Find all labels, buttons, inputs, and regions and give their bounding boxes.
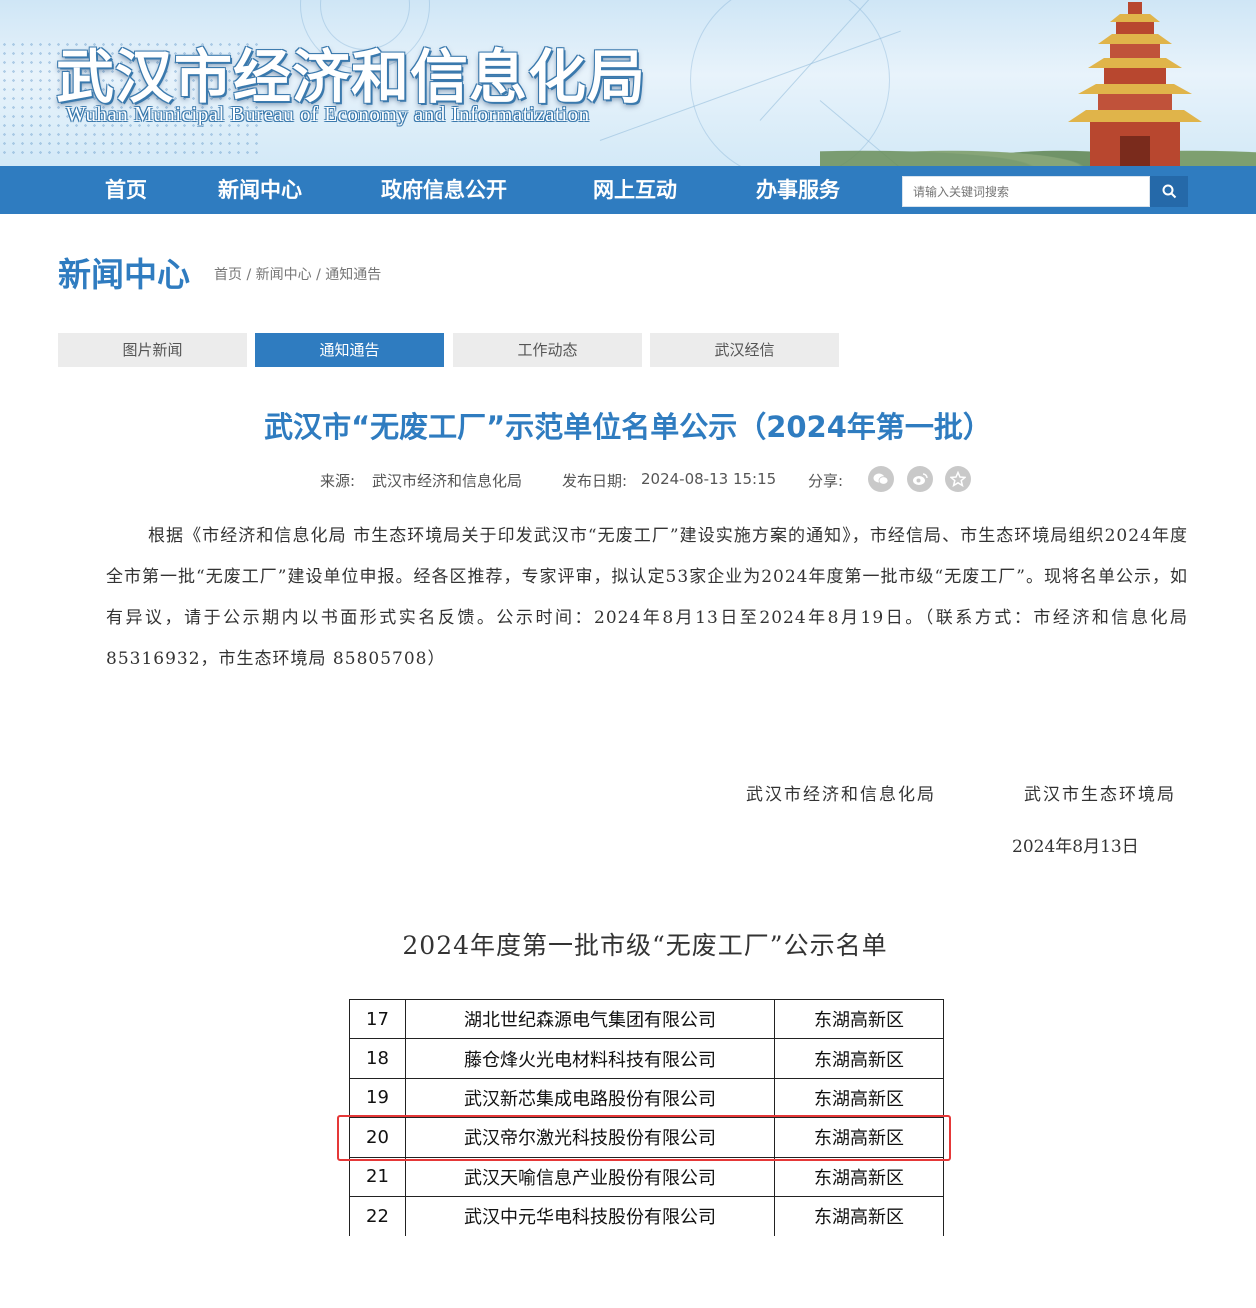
breadcrumb-separator: / bbox=[316, 267, 326, 283]
tab-photo-news[interactable]: 图片新闻 bbox=[58, 333, 247, 367]
company-name: 藤仓烽火光电材料科技有限公司 bbox=[405, 1038, 775, 1079]
table-row: 21 武汉天喻信息产业股份有限公司 东湖高新区 bbox=[349, 1156, 944, 1197]
favorite-icon bbox=[950, 471, 966, 487]
weibo-icon bbox=[913, 473, 928, 485]
search-icon bbox=[1162, 184, 1176, 199]
table-row: 22 武汉中元华电科技股份有限公司 东湖高新区 bbox=[349, 1195, 944, 1236]
company-name: 武汉中元华电科技股份有限公司 bbox=[405, 1195, 775, 1236]
table-row: 18 藤仓烽火光电材料科技有限公司 东湖高新区 bbox=[349, 1038, 944, 1079]
yellow-crane-tower-icon bbox=[1068, 2, 1202, 166]
nav-item-gov-info[interactable]: 政府信息公开 bbox=[381, 166, 507, 214]
table-row: 20 武汉帝尔激光科技股份有限公司 东湖高新区 bbox=[349, 1117, 944, 1158]
signer-eco-env-bureau: 武汉市生态环境局 bbox=[1024, 785, 1176, 805]
row-number: 21 bbox=[349, 1156, 406, 1197]
article-source-label: 来源: bbox=[320, 472, 356, 490]
factory-list-table: 17 湖北世纪森源电气集团有限公司 东湖高新区 18 藤仓烽火光电材料科技有限公… bbox=[349, 998, 944, 1236]
company-name: 湖北世纪森源电气集团有限公司 bbox=[405, 998, 775, 1040]
search-box bbox=[902, 176, 1150, 207]
breadcrumb: 首页 / 新闻中心 / 通知通告 bbox=[214, 264, 381, 284]
tab-work-updates[interactable]: 工作动态 bbox=[453, 333, 642, 367]
row-number: 19 bbox=[349, 1077, 406, 1119]
company-name: 武汉天喻信息产业股份有限公司 bbox=[405, 1156, 775, 1197]
table-row: 19 武汉新芯集成电路股份有限公司 东湖高新区 bbox=[349, 1077, 944, 1119]
article-date: 2024-08-13 15:15 bbox=[641, 470, 777, 488]
district: 东湖高新区 bbox=[774, 1117, 944, 1158]
nav-item-news[interactable]: 新闻中心 bbox=[218, 166, 302, 214]
breadcrumb-notices[interactable]: 通知通告 bbox=[325, 267, 381, 283]
district: 东湖高新区 bbox=[774, 1195, 944, 1236]
tab-notices[interactable]: 通知通告 bbox=[255, 333, 444, 367]
nav-item-interaction[interactable]: 网上互动 bbox=[593, 166, 677, 214]
favorite-share-button[interactable] bbox=[945, 466, 971, 492]
list-title: 2024年度第一批市级“无废工厂”公示名单 bbox=[402, 931, 888, 960]
tab-wuhan-jingxin[interactable]: 武汉经信 bbox=[650, 333, 839, 367]
district: 东湖高新区 bbox=[774, 1077, 944, 1119]
row-number: 17 bbox=[349, 998, 406, 1040]
wechat-share-button[interactable] bbox=[868, 466, 894, 492]
company-name: 武汉帝尔激光科技股份有限公司 bbox=[405, 1117, 775, 1158]
row-number: 22 bbox=[349, 1195, 406, 1236]
sign-date: 2024年8月13日 bbox=[1012, 837, 1139, 857]
row-number: 18 bbox=[349, 1038, 406, 1079]
weibo-share-button[interactable] bbox=[907, 466, 933, 492]
table-row: 17 湖北世纪森源电气集团有限公司 东湖高新区 bbox=[349, 998, 944, 1040]
search-input[interactable] bbox=[903, 177, 1149, 206]
district: 东湖高新区 bbox=[774, 1038, 944, 1079]
article-date-label: 发布日期: bbox=[562, 472, 628, 490]
site-subtitle: Wuhan Municipal Bureau of Economy and In… bbox=[66, 102, 590, 126]
article-source: 武汉市经济和信息化局 bbox=[372, 472, 523, 490]
breadcrumb-news[interactable]: 新闻中心 bbox=[256, 267, 312, 283]
row-number: 20 bbox=[349, 1117, 406, 1158]
nav-item-home[interactable]: 首页 bbox=[105, 166, 147, 214]
breadcrumb-separator: / bbox=[246, 267, 256, 283]
district: 东湖高新区 bbox=[774, 1156, 944, 1197]
breadcrumb-home[interactable]: 首页 bbox=[214, 267, 242, 283]
section-title: 新闻中心 bbox=[58, 255, 190, 294]
wechat-icon bbox=[873, 473, 889, 485]
share-label: 分享: bbox=[808, 472, 844, 490]
site-banner: 武汉市经济和信息化局 Wuhan Municipal Bureau of Eco… bbox=[0, 0, 1256, 166]
search-button[interactable] bbox=[1150, 176, 1188, 207]
nav-item-services[interactable]: 办事服务 bbox=[756, 166, 840, 214]
article-title: 武汉市“无废工厂”示范单位名单公示（2024年第一批） bbox=[264, 410, 992, 444]
signer-economy-bureau: 武汉市经济和信息化局 bbox=[746, 785, 936, 805]
article-body: 根据《市经济和信息化局 市生态环境局关于印发武汉市“无废工厂”建设实施方案的通知… bbox=[106, 526, 1188, 669]
district: 东湖高新区 bbox=[774, 998, 944, 1040]
company-name: 武汉新芯集成电路股份有限公司 bbox=[405, 1077, 775, 1119]
